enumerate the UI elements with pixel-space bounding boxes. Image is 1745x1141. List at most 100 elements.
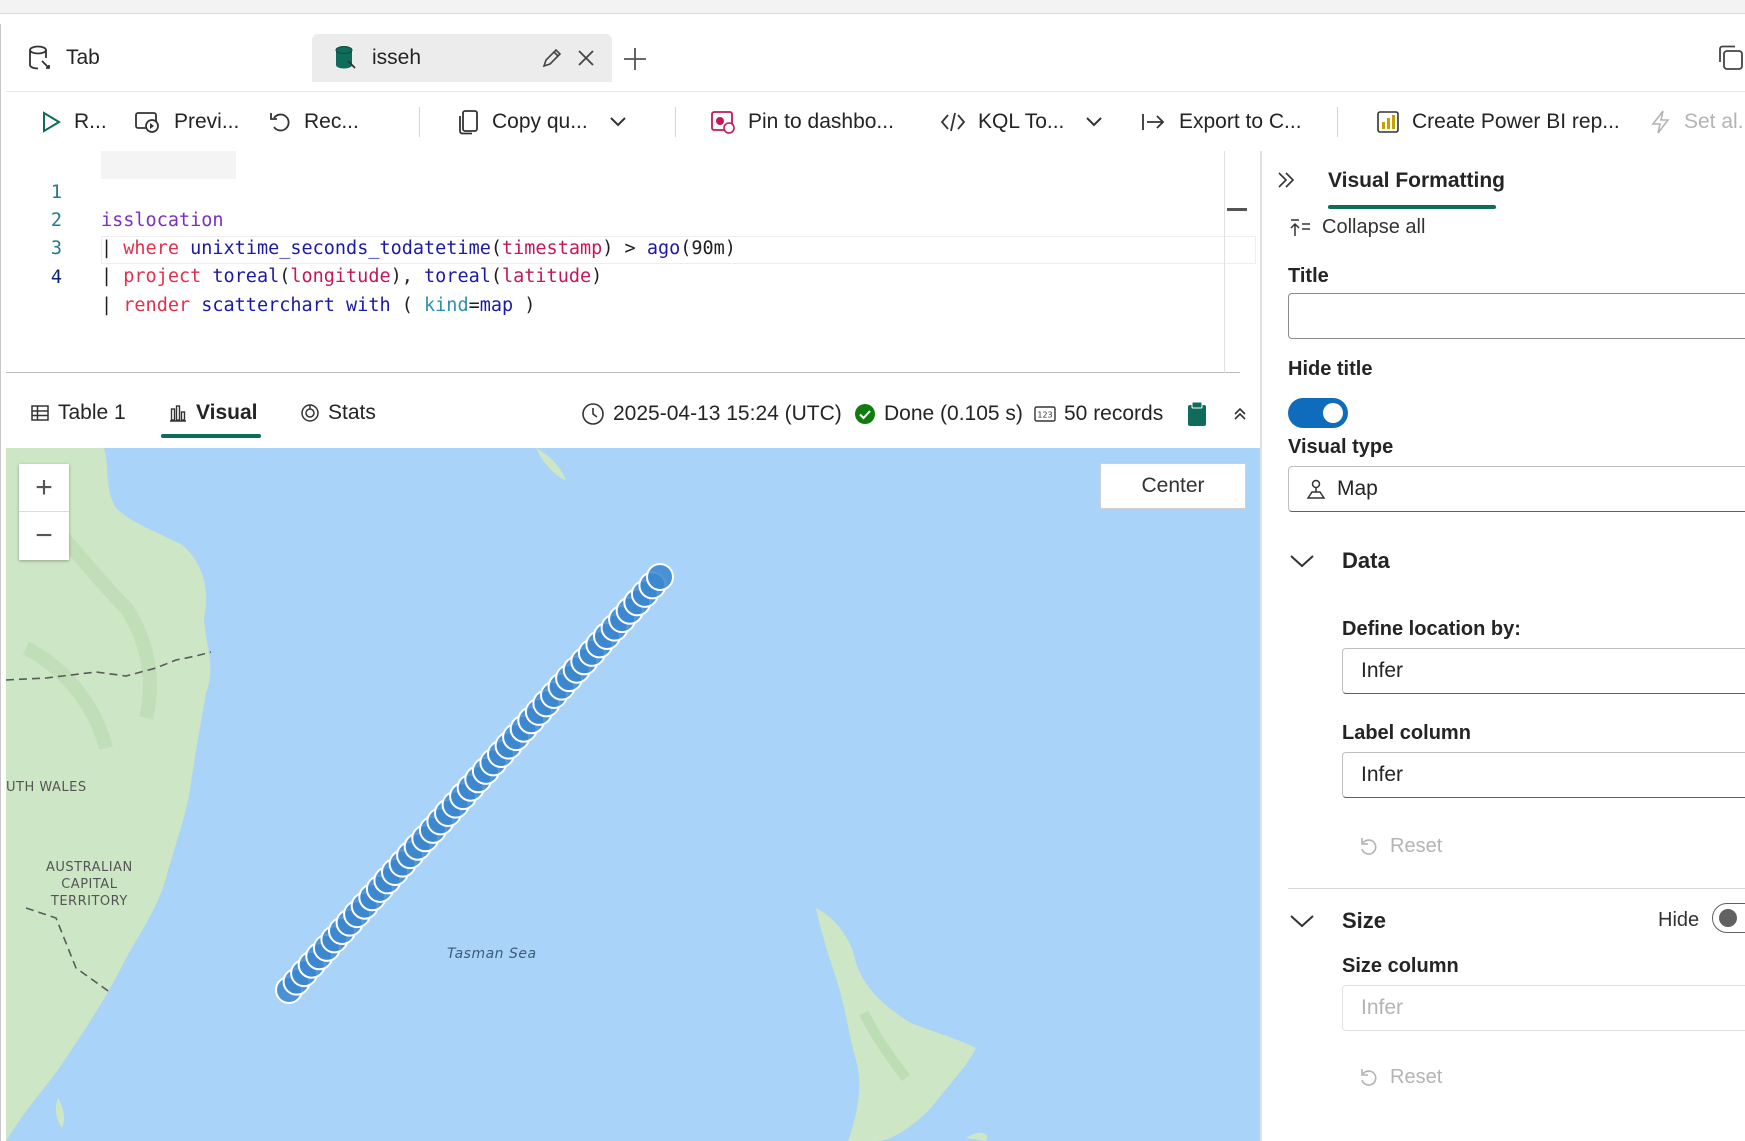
set-alert-button[interactable]: Set al... (1650, 105, 1745, 139)
copy-query-button[interactable]: Copy qu... (458, 105, 640, 139)
size-section-header[interactable]: Size (1288, 908, 1386, 934)
visual-type-label: Visual type (1288, 436, 1394, 458)
lightning-icon (1651, 110, 1670, 134)
export-icon (1142, 114, 1165, 130)
code-icon (940, 112, 966, 132)
label-column-dropdown[interactable]: Infer (1342, 752, 1745, 798)
title-input[interactable] (1288, 293, 1745, 339)
copy-icon (459, 110, 478, 135)
toolbar-divider (419, 107, 420, 137)
database-icon (26, 44, 54, 72)
code-line-2[interactable]: 2 | where unixtime_seconds_todatetime(ti… (6, 179, 1240, 259)
size-hide-label: Hide (1658, 909, 1700, 931)
query-status: Done (0.105 s) (854, 398, 1023, 430)
chevron-down-icon (1290, 555, 1314, 568)
stats-icon (301, 404, 319, 422)
records-text: 50 records (1064, 402, 1164, 425)
zoom-out-button[interactable]: − (19, 512, 69, 560)
zoom-controls: + − (19, 464, 69, 560)
close-icon[interactable] (574, 46, 598, 76)
export-button[interactable]: Export to C... (1141, 105, 1302, 139)
preview-icon (135, 112, 159, 133)
tab-stats[interactable]: Stats (300, 396, 376, 430)
clipboard-button[interactable] (1186, 398, 1216, 430)
code-token: scatterchart (201, 295, 335, 316)
run-button[interactable]: R... (40, 105, 107, 139)
scrollbar-thumb[interactable] (1227, 208, 1247, 211)
line-number: 4 (50, 267, 62, 288)
checkmark-icon (855, 404, 875, 424)
tab-label: Visual (196, 401, 258, 424)
tab-table-1[interactable]: Table 1 (30, 396, 126, 430)
active-tab-indicator (1328, 205, 1496, 209)
center-button[interactable]: Center (1100, 463, 1246, 509)
size-reset-button[interactable]: Reset (1358, 1066, 1442, 1089)
window-top-strip (0, 0, 1745, 14)
size-hide-toggle[interactable] (1712, 903, 1745, 933)
tab-label: Tab (66, 46, 100, 69)
reset-icon (1361, 1068, 1377, 1086)
tab-isseh[interactable]: isseh (312, 34, 612, 82)
chevron-down-icon (610, 117, 626, 127)
query-editor[interactable]: 1 isslocation 2 | where unixtime_seconds… (6, 151, 1256, 373)
tab-tab[interactable]: Tab (26, 34, 306, 82)
code-line-3[interactable]: 3 | project toreal(longitude), toreal(la… (6, 207, 1240, 287)
recall-label: Rec... (304, 110, 359, 133)
editor-scrollbar[interactable] (1224, 151, 1247, 373)
section-divider (1288, 888, 1745, 889)
chevron-double-right-icon[interactable] (1276, 169, 1296, 191)
map-visual[interactable]: UTH WALES AUSTRALIAN CAPITAL TERRITORY T… (6, 448, 1260, 1141)
zoom-in-button[interactable]: + (19, 464, 69, 512)
pin-label: Pin to dashbo... (748, 110, 894, 133)
preview-label: Previ... (174, 110, 240, 133)
section-title: Size (1342, 908, 1387, 933)
code-token: longitude (290, 266, 391, 287)
copy-window-icon[interactable] (1715, 42, 1745, 72)
set-alert-label: Set al... (1684, 110, 1745, 133)
code-token: ( (390, 295, 425, 316)
recall-button[interactable]: Rec... (268, 105, 359, 139)
status-text: Done (0.105 s) (884, 402, 1023, 425)
collapse-results-button[interactable] (1231, 398, 1257, 430)
preview-button[interactable]: Previ... (134, 105, 239, 139)
collapse-all-button[interactable]: Collapse all (1288, 216, 1425, 239)
bar-chart-icon (170, 405, 186, 422)
toolbar-divider (675, 107, 676, 137)
table-icon (31, 405, 49, 421)
toggle-knob (1719, 909, 1737, 927)
tab-visual[interactable]: Visual (168, 396, 257, 430)
map-point[interactable] (646, 563, 674, 591)
chevron-down-icon (1086, 117, 1103, 127)
pin-to-dashboard-button[interactable]: Pin to dashbo... (710, 105, 894, 139)
query-toolbar: R... Previ... Rec... Copy qu... Pin to d… (6, 93, 1745, 151)
hide-title-toggle[interactable] (1288, 398, 1348, 428)
code-token: = (468, 295, 480, 316)
define-location-dropdown[interactable]: Infer (1342, 648, 1745, 694)
active-tab-indicator (161, 434, 261, 438)
kql-tools-label: KQL To... (978, 110, 1065, 133)
code-token: toreal (212, 266, 280, 287)
tab-label: Stats (328, 401, 376, 424)
dashboard-pin-icon (711, 111, 735, 134)
query-timestamp: 2025-04-13 15:24 (UTC) (581, 398, 842, 430)
code-token: ), (390, 266, 425, 287)
number-icon: 123 (1034, 406, 1056, 422)
code-token: render (123, 295, 191, 316)
kql-tools-button[interactable]: KQL To... (940, 105, 1116, 139)
database-icon (332, 44, 360, 72)
add-tab-icon[interactable] (620, 44, 650, 74)
tab-visual-formatting[interactable]: Visual Formatting (1328, 169, 1505, 193)
clipboard-icon (1188, 401, 1206, 426)
data-section-header[interactable]: Data (1288, 548, 1390, 574)
visual-type-dropdown[interactable]: Map (1288, 466, 1745, 512)
size-column-dropdown[interactable]: Infer (1342, 985, 1745, 1031)
create-power-bi-button[interactable]: Create Power BI rep... (1376, 105, 1620, 139)
code-line-1[interactable]: 1 isslocation (6, 151, 1240, 231)
code-line-4[interactable]: 4 | render scatterchart with ( kind=map … (6, 236, 1240, 316)
play-icon (43, 111, 61, 133)
pencil-icon[interactable] (540, 46, 564, 76)
label-column-label: Label column (1342, 722, 1471, 744)
collapse-icon (1290, 218, 1310, 236)
code-token: | (101, 295, 113, 316)
data-reset-button[interactable]: Reset (1358, 835, 1442, 858)
